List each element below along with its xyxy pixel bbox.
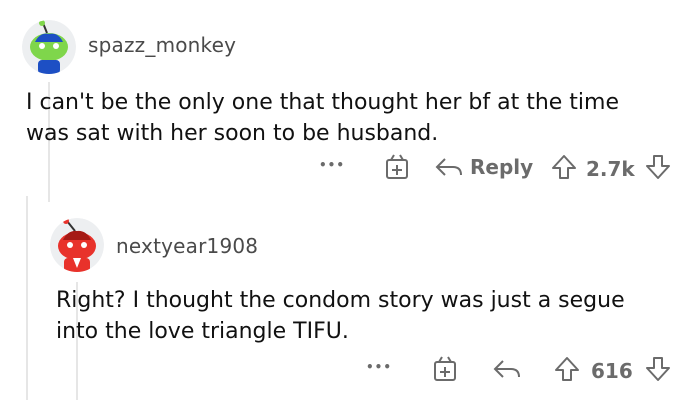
reply-arrow-icon (493, 360, 520, 378)
snoo-green-avatar-icon (22, 20, 76, 74)
gift-icon (386, 154, 408, 179)
more-icon: ••• (319, 158, 346, 172)
comment-username[interactable]: nextyear1908 (116, 234, 258, 258)
comment-text-line: was sat with her soon to be husband. (26, 121, 439, 146)
reply-button[interactable] (492, 358, 522, 380)
comment-text-line: I can't be the only one that thought her… (26, 90, 620, 115)
downvote-arrow-icon (646, 155, 670, 179)
reply-arrow-icon (435, 158, 462, 176)
award-button[interactable] (385, 154, 409, 180)
vote-count: 2.7k (586, 157, 635, 181)
downvote-arrow-icon (646, 357, 670, 381)
reply-button[interactable]: Reply (434, 155, 533, 179)
comment-body: Right? I thought the condom story was ju… (56, 285, 676, 347)
avatar[interactable] (50, 218, 104, 272)
gift-icon (434, 356, 456, 381)
upvote-arrow-icon (555, 357, 579, 381)
upvote-arrow-icon (552, 155, 576, 179)
comment-text-line: into the love triangle TIFU. (56, 319, 349, 344)
more-options-button[interactable]: ••• (319, 158, 345, 172)
upvote-button[interactable] (551, 154, 577, 180)
avatar[interactable] (22, 20, 76, 74)
more-options-button[interactable]: ••• (366, 360, 392, 374)
reply-label: Reply (470, 155, 534, 179)
vote-count: 616 (591, 359, 633, 383)
downvote-button[interactable] (645, 356, 671, 382)
comment-username[interactable]: spazz_monkey (88, 33, 236, 57)
comment-body: I can't be the only one that thought her… (26, 87, 666, 149)
snoo-red-avatar-icon (50, 218, 104, 272)
downvote-button[interactable] (645, 154, 671, 180)
more-icon: ••• (366, 360, 393, 374)
thread-line[interactable] (26, 196, 28, 400)
award-button[interactable] (433, 356, 457, 382)
comment-text-line: Right? I thought the condom story was ju… (56, 288, 625, 313)
upvote-button[interactable] (554, 356, 580, 382)
